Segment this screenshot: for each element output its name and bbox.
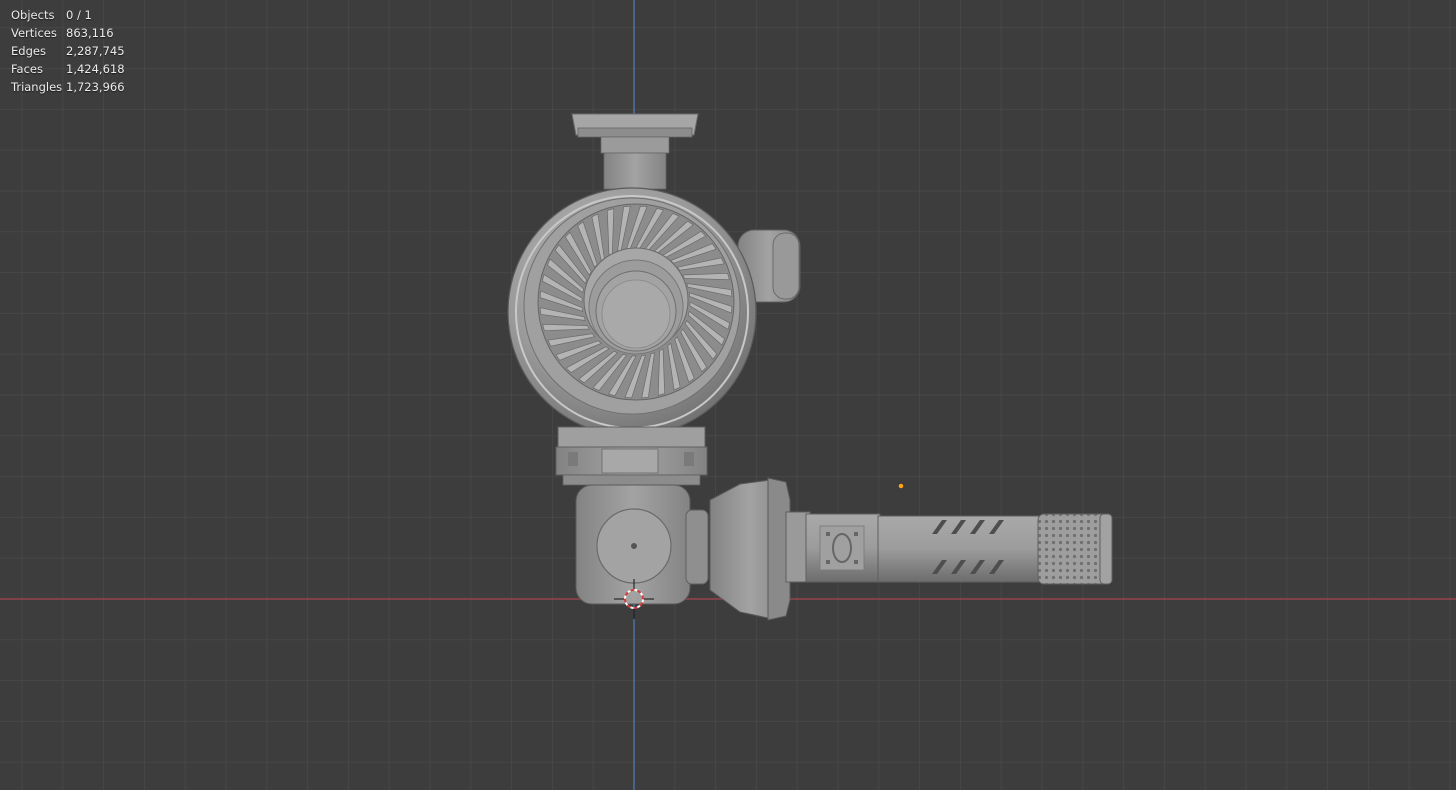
stat-label: Edges <box>11 44 46 58</box>
stat-row-faces: Faces 1,424,618 <box>11 60 125 78</box>
stat-value: 1,424,618 <box>66 62 125 76</box>
viewport-grid <box>0 0 1456 790</box>
elbow-block <box>575 484 691 605</box>
stat-label: Vertices <box>11 26 57 40</box>
stat-value: 863,116 <box>66 26 114 40</box>
stat-value: 0 / 1 <box>66 8 92 22</box>
stat-value: 1,723,966 <box>66 80 125 94</box>
viewport-canvas[interactable] <box>0 0 1456 790</box>
stat-label: Faces <box>11 62 43 76</box>
stat-row-vertices: Vertices 863,116 <box>11 24 125 42</box>
collar <box>555 426 708 486</box>
barrel <box>805 513 1113 585</box>
3d-viewport[interactable]: Objects 0 / 1 Vertices 863,116 Edges 2,287,74… <box>0 0 1456 790</box>
turbine-housing <box>507 187 757 437</box>
stat-label: Objects <box>11 8 55 22</box>
top-cap <box>571 113 699 190</box>
stat-value: 2,287,745 <box>66 44 125 58</box>
stat-row-triangles: Triangles 1,723,966 <box>11 78 125 96</box>
mesh-object[interactable] <box>507 113 1113 621</box>
light-origin-icon[interactable] <box>898 483 904 489</box>
stat-label: Triangles <box>11 80 63 94</box>
stat-row-objects: Objects 0 / 1 <box>11 6 125 24</box>
statistics-overlay: Objects 0 / 1 Vertices 863,116 Edges 2,287,74… <box>11 6 125 96</box>
stat-row-edges: Edges 2,287,745 <box>11 42 125 60</box>
